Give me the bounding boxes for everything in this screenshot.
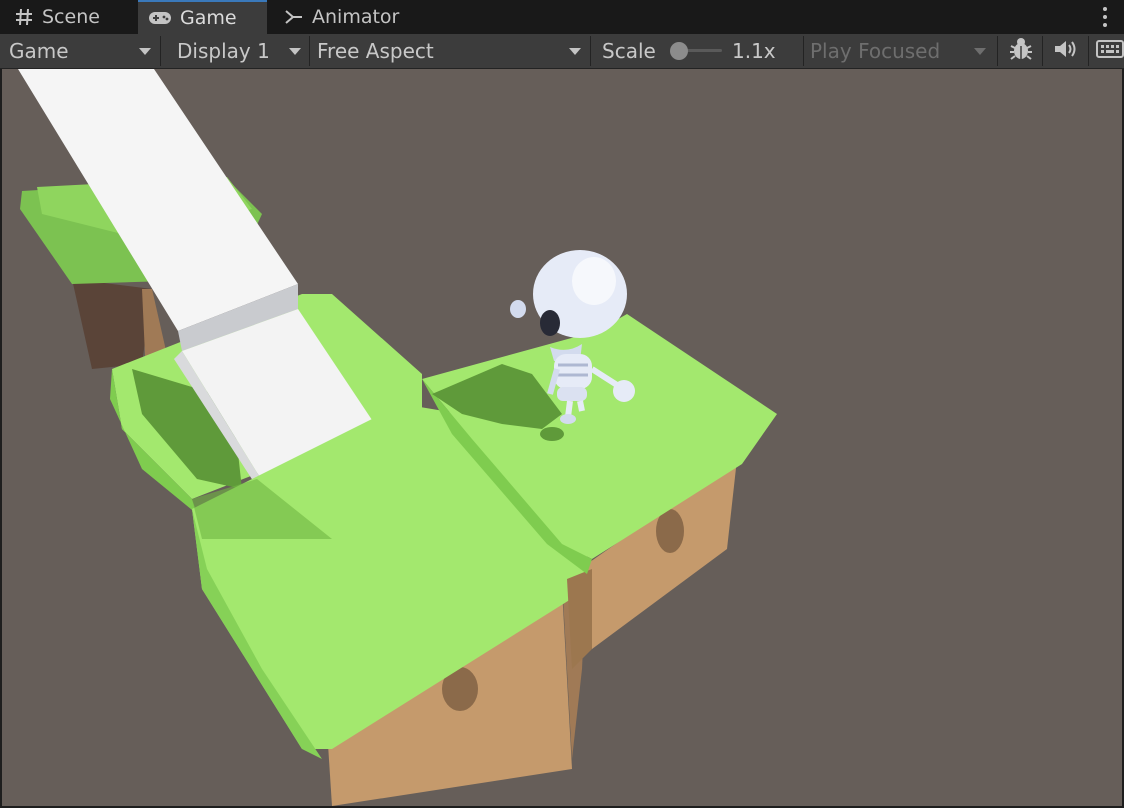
game-view-toolbar: Game Display 1 Free Aspect Scale 1.1x Pl…	[0, 34, 1124, 69]
view-select[interactable]: Game	[0, 34, 160, 68]
shortcuts-toggle[interactable]	[1094, 34, 1124, 68]
more-options-icon[interactable]	[1102, 7, 1108, 27]
speaker-icon	[1052, 38, 1078, 65]
tab-label: Animator	[312, 6, 400, 28]
chevron-down-icon	[289, 48, 301, 55]
scale-label-text: Scale	[602, 39, 656, 63]
tab-game[interactable]: Game	[138, 0, 267, 34]
game-viewport[interactable]	[2, 69, 1122, 806]
scale-label: Scale	[602, 34, 656, 68]
chevron-down-icon	[974, 48, 986, 55]
play-mode-select[interactable]: Play Focused	[804, 34, 994, 68]
view-select-value: Game	[9, 39, 69, 63]
tab-scene[interactable]: Scene	[14, 0, 134, 34]
play-mode-value: Play Focused	[810, 39, 941, 63]
stats-toggle[interactable]	[1004, 34, 1038, 68]
gamepad-icon	[148, 9, 172, 27]
aspect-select[interactable]: Free Aspect	[310, 34, 590, 68]
grid-hash-icon	[14, 7, 34, 27]
aspect-select-value: Free Aspect	[317, 39, 434, 63]
scale-value: 1.1x	[732, 34, 776, 68]
tab-animator[interactable]: Animator	[284, 0, 414, 34]
chevron-down-icon	[139, 48, 151, 55]
scale-value-text: 1.1x	[732, 39, 776, 63]
display-select-value: Display 1	[177, 39, 270, 63]
mute-audio-toggle[interactable]	[1048, 34, 1082, 68]
animator-icon	[284, 7, 304, 27]
display-select[interactable]: Display 1	[161, 34, 309, 68]
tab-label: Scene	[42, 6, 100, 28]
editor-tab-bar: Scene Game Animator	[0, 0, 1124, 34]
keyboard-icon	[1094, 38, 1124, 65]
tab-label: Game	[180, 7, 237, 29]
chevron-down-icon	[569, 48, 581, 55]
game-scene-render	[18, 69, 777, 806]
scale-slider[interactable]	[668, 34, 724, 68]
bug-icon	[1008, 36, 1034, 67]
